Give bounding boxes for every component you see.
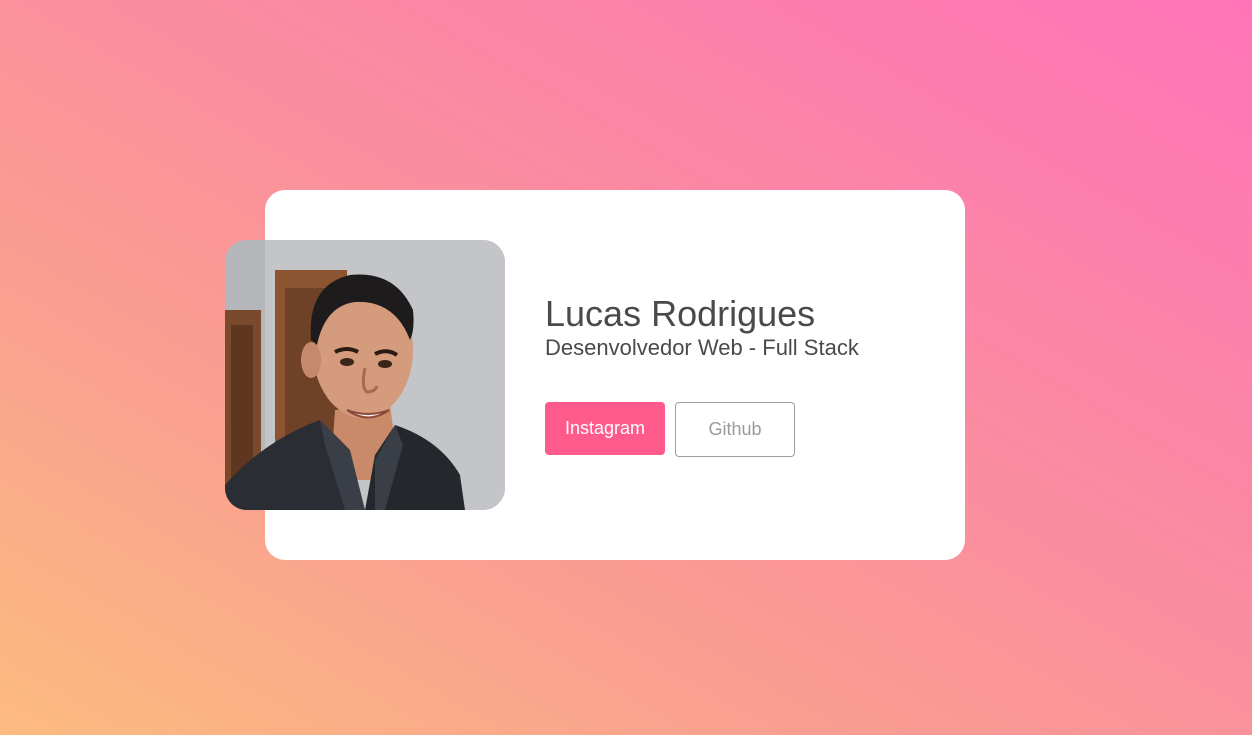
profile-photo bbox=[225, 240, 505, 510]
instagram-button[interactable]: Instagram bbox=[545, 402, 665, 455]
profile-info: Lucas Rodrigues Desenvolvedor Web - Full… bbox=[545, 292, 859, 360]
profile-name: Lucas Rodrigues bbox=[545, 293, 816, 334]
avatar bbox=[225, 240, 505, 510]
social-buttons: Instagram Github bbox=[545, 402, 795, 457]
profile-role: Desenvolvedor Web - Full Stack bbox=[545, 335, 859, 360]
github-button[interactable]: Github bbox=[675, 402, 795, 457]
